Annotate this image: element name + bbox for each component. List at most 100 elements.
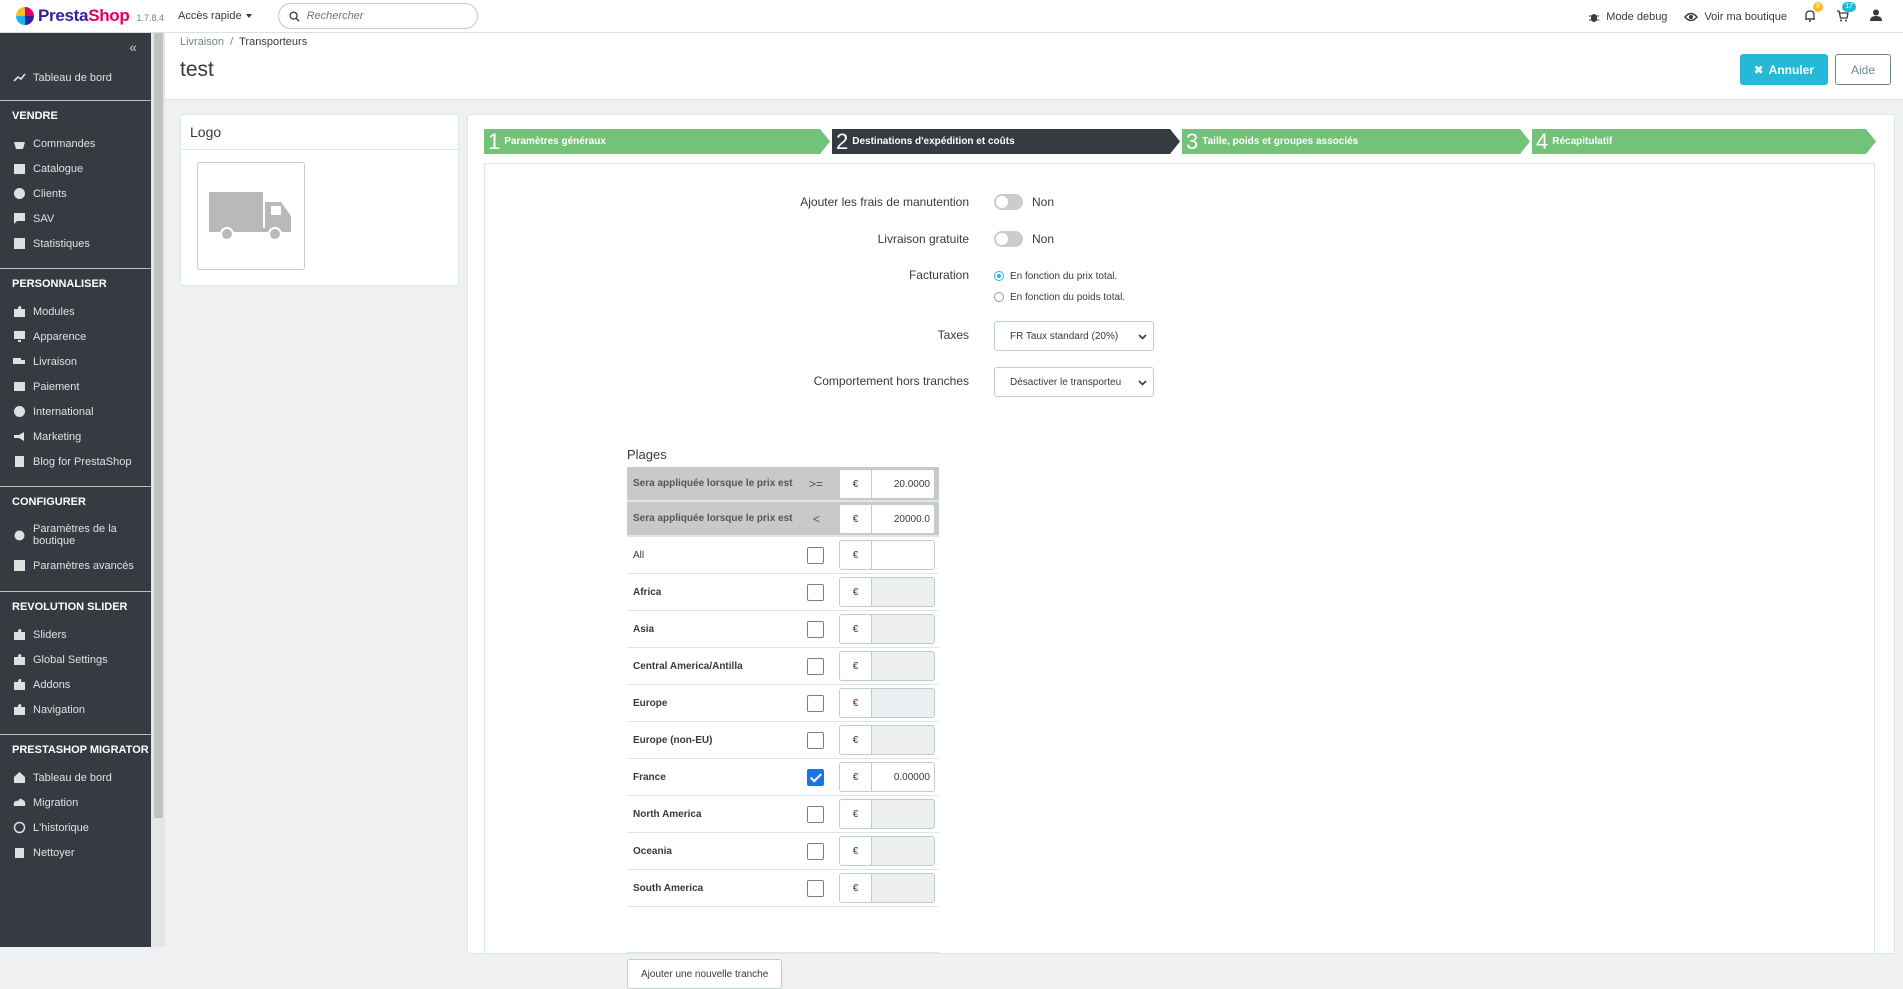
- sidebar-item-international[interactable]: International: [0, 399, 151, 424]
- sidebar-item-shipping[interactable]: Livraison: [0, 349, 151, 374]
- sidebar-item-navigation[interactable]: Navigation: [0, 697, 151, 722]
- collapse-sidebar-icon[interactable]: «: [129, 39, 137, 55]
- bug-icon: [1589, 13, 1600, 22]
- input-value[interactable]: [872, 874, 934, 902]
- sidebar-item-label: Statistiques: [33, 237, 90, 250]
- breadcrumb-link-shipping[interactable]: Livraison: [180, 36, 224, 48]
- wizard-step-1[interactable]: 1 Paramètres généraux: [484, 129, 830, 154]
- zone-price-input[interactable]: €0.00000: [839, 762, 935, 792]
- input-value[interactable]: [872, 578, 934, 606]
- zone-price-input[interactable]: €: [839, 614, 935, 644]
- search-box[interactable]: [277, 3, 478, 29]
- wizard-step-2[interactable]: 2 Destinations d'expédition et coûts: [832, 129, 1180, 154]
- sidebar-item-migrator-dashboard[interactable]: Tableau de bord: [0, 765, 151, 790]
- sidebar-item-cleanup[interactable]: Nettoyer: [0, 840, 151, 865]
- radio-button[interactable]: [994, 292, 1004, 302]
- sidebar-item-label: Navigation: [33, 703, 85, 716]
- sidebar-item-history[interactable]: L'historique: [0, 815, 151, 840]
- radio-button[interactable]: [994, 271, 1004, 281]
- sidebar-scrollbar[interactable]: [151, 33, 165, 947]
- input-value[interactable]: [872, 726, 934, 754]
- zone-price-input[interactable]: €: [839, 725, 935, 755]
- zone-price-input[interactable]: €: [839, 873, 935, 903]
- zone-checkbox[interactable]: [807, 768, 824, 786]
- handling-fees-switch[interactable]: Non: [994, 194, 1054, 210]
- taxes-select[interactable]: FR Taux standard (20%): [994, 321, 1154, 351]
- currency-symbol: €: [840, 505, 872, 533]
- prestashop-logo[interactable]: PrestaShop: [16, 6, 130, 26]
- scrollbar-thumb[interactable]: [154, 33, 163, 818]
- view-shop-link[interactable]: Voir ma boutique: [1684, 11, 1787, 23]
- zone-checkbox[interactable]: [807, 694, 824, 712]
- zone-row: South America €: [627, 870, 939, 907]
- currency-symbol: €: [840, 652, 872, 680]
- zone-price-input[interactable]: €: [839, 836, 935, 866]
- sidebar-item-sliders[interactable]: Sliders: [0, 622, 151, 647]
- zone-checkbox[interactable]: [807, 657, 824, 675]
- zone-price-input[interactable]: €: [839, 651, 935, 681]
- zone-checkbox[interactable]: [807, 879, 824, 897]
- sidebar-item-blog[interactable]: Blog for PrestaShop: [0, 449, 151, 474]
- sidebar-item-payment[interactable]: Paiement: [0, 374, 151, 399]
- sidebar-item-orders[interactable]: Commandes: [0, 131, 151, 156]
- wizard-step-4[interactable]: 4 Récapitulatif: [1532, 129, 1876, 154]
- sidebar-item-stats[interactable]: Statistiques: [0, 231, 151, 256]
- user-account-button[interactable]: [1869, 8, 1883, 25]
- prestashop-logo-icon: [16, 7, 34, 25]
- zone-price-input[interactable]: €: [839, 577, 935, 607]
- input-value[interactable]: [872, 689, 934, 717]
- sidebar-item-catalog[interactable]: Catalogue: [0, 156, 151, 181]
- help-button[interactable]: Aide: [1834, 54, 1891, 85]
- billing-option-weight[interactable]: En fonction du poids total.: [994, 289, 1125, 305]
- add-range-button[interactable]: Ajouter une nouvelle tranche: [627, 959, 783, 989]
- sidebar-item-advanced-params[interactable]: Paramètres avancés: [0, 553, 151, 578]
- sidebar-item-global-settings[interactable]: Global Settings: [0, 647, 151, 672]
- range-min-input[interactable]: € 20.0000: [839, 469, 935, 499]
- sidebar-item-addons[interactable]: Addons: [0, 672, 151, 697]
- zone-price-input[interactable]: €: [839, 799, 935, 829]
- sidebar-item-dashboard[interactable]: Tableau de bord: [0, 65, 151, 90]
- sidebar-item-sav[interactable]: SAV: [0, 206, 151, 231]
- input-value[interactable]: 0.00000: [872, 763, 934, 791]
- sidebar-item-label: L'historique: [33, 821, 89, 834]
- sidebar-item-label: Commandes: [33, 137, 96, 150]
- search-input[interactable]: [306, 10, 457, 22]
- range-max-input[interactable]: € 20000.0: [839, 504, 935, 534]
- sidebar-item-modules[interactable]: Modules: [0, 299, 151, 324]
- zone-checkbox[interactable]: [807, 842, 824, 860]
- input-value[interactable]: [872, 541, 934, 569]
- sidebar-item-appearance[interactable]: Apparence: [0, 324, 151, 349]
- input-value[interactable]: [872, 837, 934, 865]
- zone-row: Africa €: [627, 574, 939, 611]
- wizard-step-3[interactable]: 3 Taille, poids et groupes associés: [1182, 129, 1530, 154]
- sidebar-item-customers[interactable]: Clients: [0, 181, 151, 206]
- sidebar-item-shop-params[interactable]: Paramètres de la boutique: [0, 517, 151, 553]
- zone-price-input[interactable]: €: [839, 688, 935, 718]
- breadcrumb-current: Transporteurs: [239, 36, 308, 48]
- toggle-switch[interactable]: [994, 194, 1023, 210]
- input-value[interactable]: 20000.0: [872, 505, 934, 533]
- cancel-button[interactable]: ✖ Annuler: [1739, 54, 1828, 85]
- input-value[interactable]: [872, 652, 934, 680]
- free-shipping-switch[interactable]: Non: [994, 231, 1054, 247]
- zone-checkbox[interactable]: [807, 583, 824, 601]
- sidebar-item-marketing[interactable]: Marketing: [0, 424, 151, 449]
- orders-button[interactable]: 17: [1836, 1, 1856, 25]
- carrier-logo[interactable]: [197, 162, 305, 270]
- store-icon: [14, 164, 25, 174]
- zone-checkbox[interactable]: [807, 731, 824, 749]
- input-value[interactable]: [872, 615, 934, 643]
- input-value[interactable]: 20.0000: [872, 470, 934, 498]
- out-of-range-select[interactable]: Désactiver le transporteu: [994, 367, 1154, 397]
- billing-option-price[interactable]: En fonction du prix total.: [994, 268, 1125, 284]
- toggle-switch[interactable]: [994, 231, 1023, 247]
- notifications-button[interactable]: 8: [1804, 1, 1823, 25]
- zone-checkbox[interactable]: [807, 805, 824, 823]
- zone-checkbox[interactable]: [807, 546, 824, 564]
- sidebar-item-migration[interactable]: Migration: [0, 790, 151, 815]
- input-value[interactable]: [872, 800, 934, 828]
- quick-access-dropdown[interactable]: Accès rapide: [178, 10, 252, 22]
- zone-checkbox[interactable]: [807, 620, 824, 638]
- zone-price-input[interactable]: €: [839, 540, 935, 570]
- debug-mode-link[interactable]: Mode debug: [1588, 11, 1667, 23]
